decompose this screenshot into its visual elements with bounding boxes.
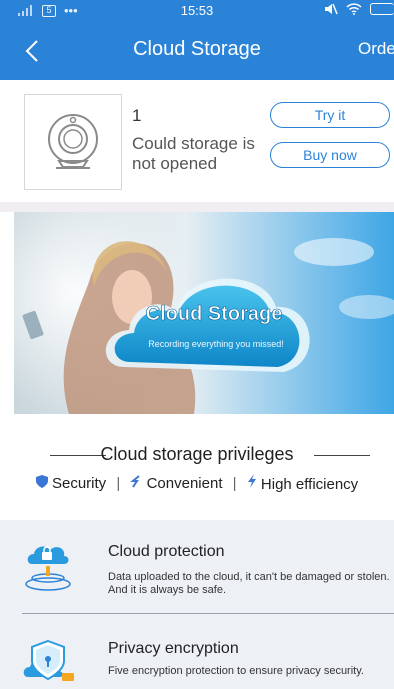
status-right: [324, 3, 394, 15]
cloud-status-text: Could storage is not opened: [132, 134, 255, 173]
camera-icon: [48, 114, 98, 169]
banner-illustration: Cloud Storage Recording everything you m…: [14, 212, 394, 414]
separator: |: [116, 474, 121, 492]
lightning-icon: [247, 474, 256, 488]
cloud-protection-icon: [25, 546, 71, 591]
separator: |: [232, 474, 237, 492]
device-thumbnail[interactable]: [24, 94, 122, 190]
nav-bar: Cloud Storage Order: [0, 20, 394, 80]
privacy-shield-icon: [23, 639, 74, 681]
privilege-label: High efficiency: [260, 475, 359, 493]
privilege-label: Convenient: [146, 475, 223, 493]
privileges-list: Security | Convenient | High efficiency: [0, 474, 394, 493]
feature-title: Cloud protection: [108, 543, 225, 560]
sync-icon: [130, 474, 141, 488]
feature-title: Privacy encryption: [108, 640, 239, 657]
banner-subtitle: Recording everything you missed!: [148, 339, 284, 349]
privilege-efficiency: High efficiency: [247, 474, 358, 493]
wifi-icon: [346, 3, 362, 15]
page-title: Cloud Storage: [133, 38, 261, 60]
privilege-security: Security: [35, 474, 107, 493]
battery-icon: [370, 3, 394, 15]
device-id: 1: [132, 106, 142, 125]
section-divider: [0, 202, 394, 212]
device-card: 1 Could storage is not opened Try it Buy…: [0, 80, 394, 202]
title-line-right: [314, 455, 370, 456]
status-bar: 5 ••• 15:53: [0, 0, 394, 20]
feature-desc: Five encryption protection to ensure pri…: [108, 665, 364, 677]
shield-icon: [35, 474, 48, 488]
try-it-button[interactable]: Try it: [270, 102, 390, 128]
banner-title: Cloud Storage: [146, 303, 283, 325]
privilege-label: Security: [51, 475, 107, 493]
buy-now-button[interactable]: Buy now: [270, 142, 390, 168]
feature-desc: Data uploaded to the cloud, it can't be …: [108, 571, 390, 596]
mute-icon: [325, 3, 338, 15]
feature-divider: [22, 613, 394, 614]
privilege-convenient: Convenient: [130, 474, 223, 493]
cloud-storage-banner: Cloud Storage Recording everything you m…: [14, 212, 394, 414]
order-link[interactable]: Order: [358, 39, 394, 59]
